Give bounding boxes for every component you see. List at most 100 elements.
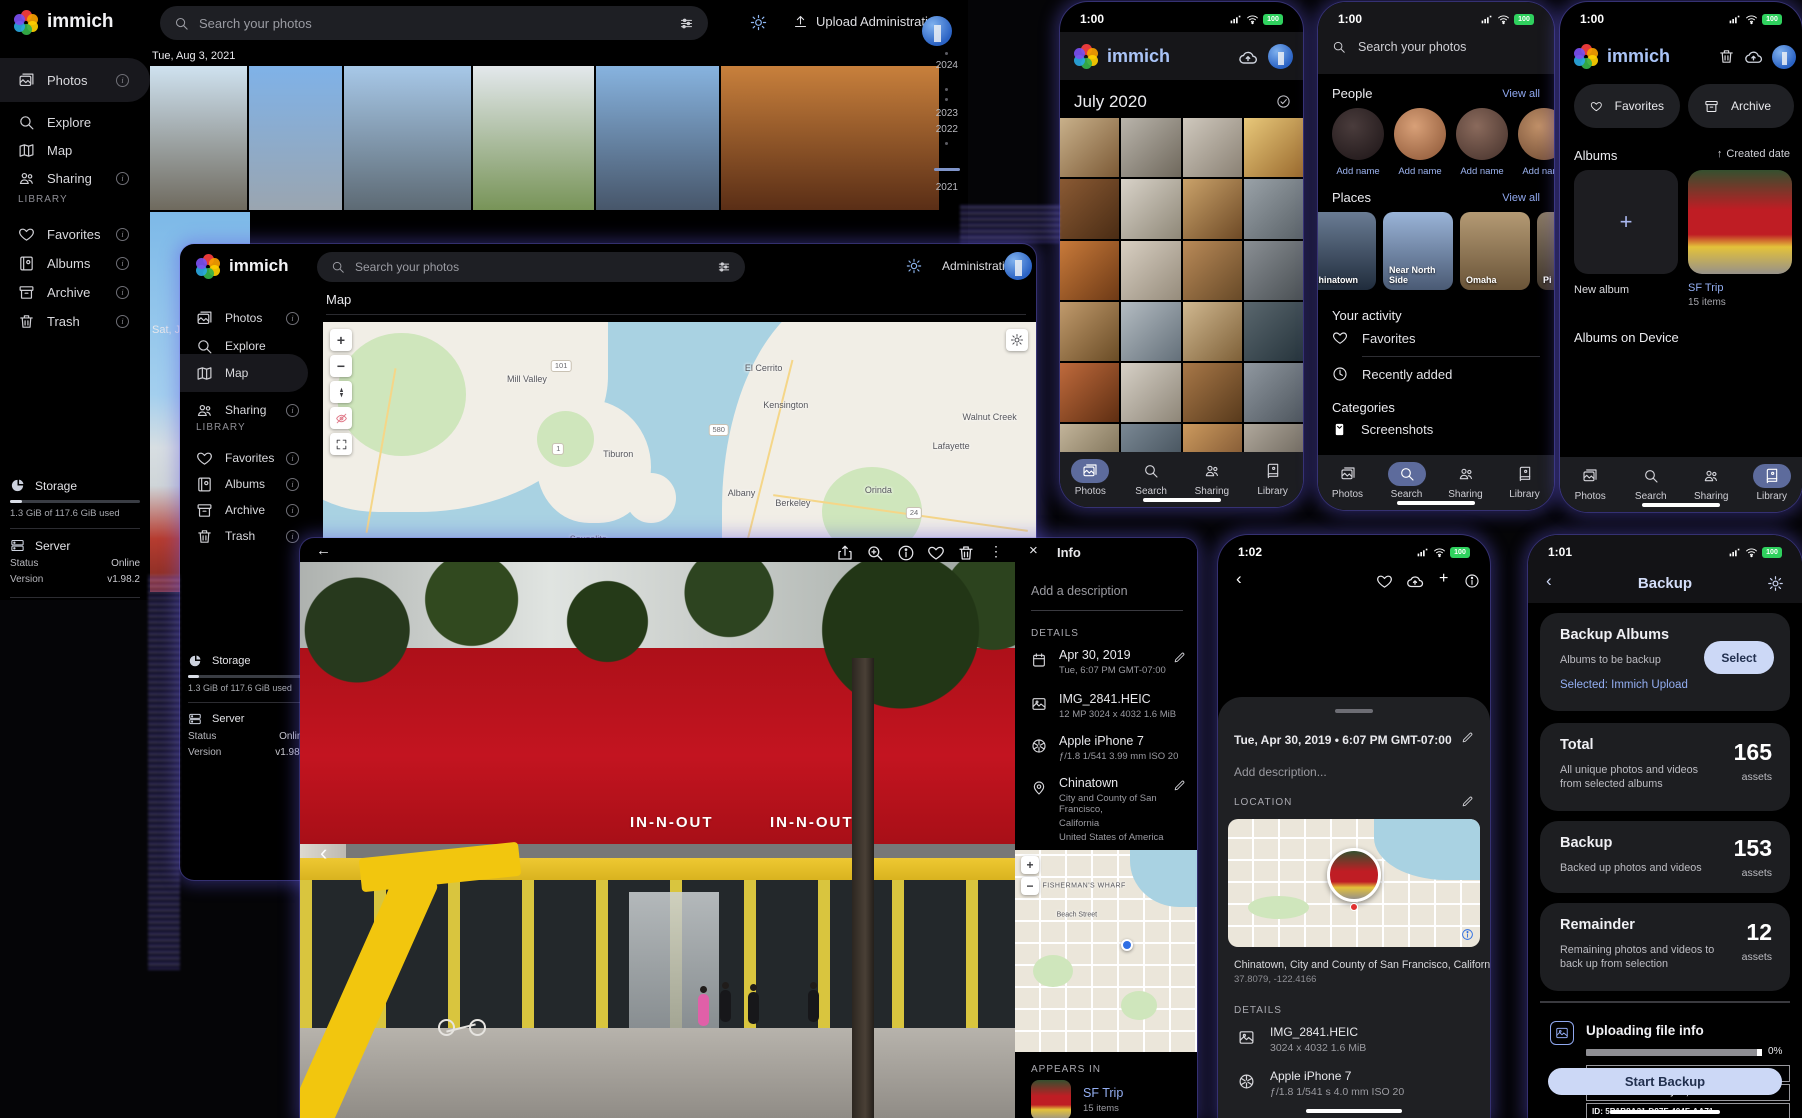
photo-tile[interactable] (1244, 424, 1303, 452)
sidebar-item-explore[interactable]: Explore (0, 108, 150, 136)
nav-library[interactable]: Library (1495, 462, 1554, 510)
map-zoom-out[interactable]: − (1021, 877, 1039, 895)
place-tile[interactable]: Chinatown (1318, 212, 1376, 290)
photo-tile[interactable] (1060, 424, 1119, 452)
home-indicator[interactable] (1397, 501, 1475, 505)
photo-tile[interactable] (1183, 118, 1242, 177)
info-icon[interactable] (897, 544, 915, 562)
person-item[interactable]: Add name (1332, 108, 1384, 177)
search-input[interactable]: Search your photos (1332, 40, 1466, 54)
photo-tile[interactable] (1183, 302, 1242, 361)
sidebar-item-sharing[interactable]: Sharing i (0, 164, 150, 192)
immich-logo[interactable]: immich (14, 10, 114, 34)
sidebar-item-favorites[interactable]: Favorites i (0, 220, 150, 248)
select-all-check-icon[interactable] (1276, 94, 1291, 109)
person-item[interactable]: Add name (1394, 108, 1446, 177)
add-name-label[interactable]: Add name (1460, 166, 1503, 177)
favorite-heart-icon[interactable] (927, 544, 945, 562)
info-icon[interactable]: i (116, 228, 129, 241)
close-icon[interactable]: × (1029, 542, 1038, 559)
sidebar-item-archive[interactable]: Archive i (0, 278, 150, 306)
nav-photos[interactable]: Photos (1560, 464, 1621, 512)
photo-tile[interactable] (1060, 118, 1119, 177)
info-icon[interactable]: i (286, 452, 299, 465)
share-icon[interactable] (836, 544, 854, 562)
timeline-photo[interactable] (721, 66, 939, 210)
photo-tile[interactable] (1183, 363, 1242, 422)
photo-tile[interactable] (1060, 241, 1119, 300)
scrubber-cursor[interactable] (934, 168, 960, 171)
info-icon[interactable]: i (286, 312, 299, 325)
user-avatar[interactable] (1004, 252, 1032, 280)
sidebar-item-albums[interactable]: Albums i (180, 470, 308, 498)
add-name-label[interactable]: Add name (1336, 166, 1379, 177)
photo-tile[interactable] (1121, 363, 1180, 422)
drag-handle[interactable] (1335, 709, 1373, 713)
sidebar-item-trash[interactable]: Trash i (0, 307, 150, 335)
nav-photos[interactable]: Photos (1318, 462, 1377, 510)
people-view-all[interactable]: View all (1502, 88, 1540, 100)
info-icon[interactable]: i (116, 74, 129, 87)
photo-tile[interactable] (1183, 179, 1242, 238)
location-map[interactable] (1228, 819, 1480, 947)
user-avatar[interactable] (1268, 44, 1293, 69)
timeline-photo[interactable] (150, 66, 247, 210)
info-icon[interactable]: i (286, 504, 299, 517)
theme-toggle[interactable] (906, 258, 922, 274)
edit-date-pencil-icon[interactable] (1173, 651, 1186, 664)
description-input[interactable]: Add description... (1234, 765, 1327, 779)
add-name-label[interactable]: Add name (1398, 166, 1441, 177)
sort-button[interactable]: ↑Created date (1717, 148, 1790, 160)
map-settings-button[interactable] (1006, 329, 1028, 351)
photo-tile[interactable] (1183, 424, 1242, 452)
photo-tile[interactable] (1244, 241, 1303, 300)
place-tile[interactable]: Omaha (1460, 212, 1530, 290)
timeline-photo[interactable] (249, 66, 342, 210)
info-icon[interactable]: i (286, 530, 299, 543)
person-item[interactable]: Add name (1518, 108, 1554, 177)
info-icon[interactable]: i (116, 286, 129, 299)
photo-tile[interactable] (1121, 424, 1180, 452)
sidebar-item-favorites[interactable]: Favorites i (180, 444, 308, 472)
cloud-sync-icon[interactable] (1744, 48, 1763, 67)
photo-tile[interactable] (1060, 179, 1119, 238)
search-input[interactable]: Search your photos (317, 252, 745, 282)
sidebar-item-photos[interactable]: Photos i (0, 58, 150, 102)
info-icon[interactable]: i (116, 172, 129, 185)
info-icon[interactable]: i (116, 257, 129, 270)
back-arrow-icon[interactable]: ← (316, 542, 334, 560)
timeline-photo[interactable] (596, 66, 719, 210)
compass-button[interactable] (330, 381, 352, 403)
archive-button[interactable]: Archive (1688, 84, 1794, 128)
photo-map-marker[interactable] (1327, 848, 1381, 902)
photo-tile[interactable] (1121, 302, 1180, 361)
photo-viewer[interactable]: IN-N-OUT IN-N-OUT ‹ (300, 562, 1015, 1118)
place-tile[interactable]: Pi (1537, 212, 1554, 290)
place-tile[interactable]: Near North Side (1383, 212, 1453, 290)
new-album-tile[interactable]: + (1574, 170, 1678, 274)
edit-location-pencil-icon[interactable] (1173, 779, 1186, 792)
fullscreen-button[interactable] (330, 433, 352, 455)
description-input[interactable]: Add a description (1031, 584, 1128, 598)
timeline-photo[interactable] (344, 66, 471, 210)
user-avatar[interactable] (922, 16, 952, 46)
info-icon[interactable]: i (286, 404, 299, 417)
screenshots-row[interactable]: Screenshots (1332, 422, 1433, 437)
cloud-sync-icon[interactable] (1238, 48, 1258, 68)
start-backup-button[interactable]: Start Backup (1548, 1068, 1782, 1095)
filter-sliders-icon[interactable] (679, 16, 694, 31)
album-tile-sf-trip[interactable] (1688, 170, 1792, 274)
places-view-all[interactable]: View all (1502, 192, 1540, 204)
home-indicator[interactable] (1642, 503, 1720, 507)
favorites-row[interactable]: Favorites (1332, 330, 1415, 346)
info-icon[interactable] (1464, 573, 1480, 589)
favorite-heart-icon[interactable] (1376, 573, 1393, 590)
sidebar-item-archive[interactable]: Archive i (180, 496, 308, 524)
theme-toggle[interactable] (750, 14, 767, 31)
person-item[interactable]: Add name (1456, 108, 1508, 177)
photo-tile[interactable] (1121, 179, 1180, 238)
sidebar-item-sharing[interactable]: Sharing i (180, 396, 308, 424)
photo-tile[interactable] (1244, 118, 1303, 177)
photo-tile[interactable] (1121, 118, 1180, 177)
upload-button[interactable]: Upload (793, 14, 857, 29)
